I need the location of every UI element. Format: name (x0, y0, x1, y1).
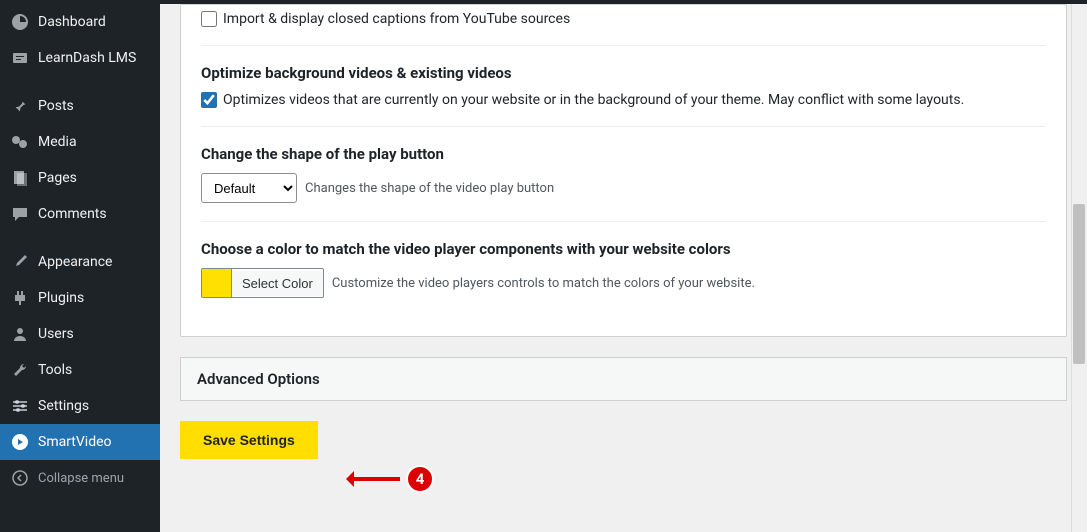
sliders-icon (10, 396, 30, 416)
sidebar-item-label: LearnDash LMS (38, 50, 136, 66)
color-helper: Customize the video players controls to … (332, 276, 755, 291)
advanced-options-header[interactable]: Advanced Options (180, 357, 1067, 401)
sidebar-item-posts[interactable]: Posts (0, 88, 160, 124)
sidebar-item-tools[interactable]: Tools (0, 352, 160, 388)
sidebar-item-label: Media (38, 134, 77, 150)
plugin-icon (10, 288, 30, 308)
playbutton-select[interactable]: Default (201, 173, 297, 203)
sidebar-item-smartvideo[interactable]: SmartVideo (0, 424, 160, 460)
settings-panel: Import & display closed captions from Yo… (180, 4, 1067, 337)
learndash-icon (10, 48, 30, 68)
comment-icon (10, 204, 30, 224)
optimize-checkbox[interactable] (201, 92, 217, 108)
sidebar-item-label: Appearance (38, 254, 112, 270)
collapse-label: Collapse menu (38, 471, 124, 486)
sidebar-item-comments[interactable]: Comments (0, 196, 160, 232)
sidebar-item-media[interactable]: Media (0, 124, 160, 160)
sidebar-item-label: Users (38, 326, 74, 342)
captions-checkbox-row: Import & display closed captions from Yo… (201, 11, 1046, 27)
admin-sidebar: Dashboard LearnDash LMS Posts Media Page… (0, 4, 160, 532)
playbutton-title: Change the shape of the play button (201, 145, 1046, 163)
optimize-checkbox-row: Optimizes videos that are currently on y… (201, 92, 1046, 108)
color-picker: Select Color (201, 268, 324, 298)
sidebar-item-label: Dashboard (38, 14, 106, 30)
sidebar-item-settings[interactable]: Settings (0, 388, 160, 424)
main-content: Import & display closed captions from Yo… (160, 4, 1087, 532)
color-swatch[interactable] (202, 269, 232, 297)
sidebar-item-appearance[interactable]: Appearance (0, 244, 160, 280)
captions-label: Import & display closed captions from Yo… (223, 11, 570, 27)
sidebar-item-plugins[interactable]: Plugins (0, 280, 160, 316)
sidebar-item-label: Plugins (38, 290, 84, 306)
save-settings-button[interactable]: Save Settings (180, 421, 318, 459)
advanced-label: Advanced Options (197, 370, 320, 388)
wrench-icon (10, 360, 30, 380)
sidebar-item-label: Tools (38, 362, 72, 378)
play-icon (10, 432, 30, 452)
sidebar-item-label: Pages (38, 170, 77, 186)
color-title: Choose a color to match the video player… (201, 240, 1046, 258)
select-color-button[interactable]: Select Color (232, 271, 323, 296)
sidebar-item-label: Posts (38, 98, 74, 114)
collapse-menu[interactable]: Collapse menu (0, 460, 160, 496)
sidebar-item-label: Comments (38, 206, 107, 222)
sidebar-item-label: Settings (38, 398, 89, 414)
playbutton-helper: Changes the shape of the video play butt… (305, 181, 554, 196)
dashboard-icon (10, 12, 30, 32)
scrollbar-thumb[interactable] (1073, 204, 1085, 364)
scrollbar-track[interactable] (1071, 4, 1087, 532)
sidebar-item-dashboard[interactable]: Dashboard (0, 4, 160, 40)
pages-icon (10, 168, 30, 188)
optimize-label: Optimizes videos that are currently on y… (223, 92, 964, 108)
pin-icon (10, 96, 30, 116)
collapse-icon (10, 468, 30, 488)
optimize-title: Optimize background videos & existing vi… (201, 64, 1046, 82)
sidebar-item-users[interactable]: Users (0, 316, 160, 352)
user-icon (10, 324, 30, 344)
sidebar-item-label: SmartVideo (38, 434, 112, 450)
captions-checkbox[interactable] (201, 11, 217, 27)
sidebar-item-learndash[interactable]: LearnDash LMS (0, 40, 160, 76)
sidebar-item-pages[interactable]: Pages (0, 160, 160, 196)
brush-icon (10, 252, 30, 272)
media-icon (10, 132, 30, 152)
